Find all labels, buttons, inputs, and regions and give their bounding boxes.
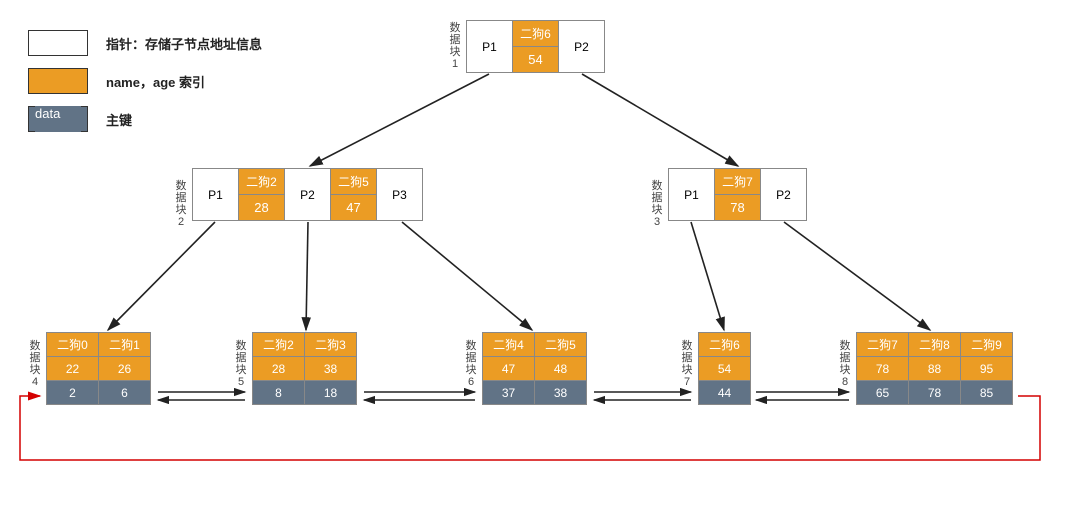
leaf4-n0-age: 22 bbox=[47, 357, 99, 381]
leaf4-n1-pk: 6 bbox=[99, 381, 151, 405]
root-key-name: 二狗6 bbox=[513, 21, 559, 47]
legend: 指针：存储子节点地址信息 name，age 索引 data 主键 bbox=[28, 30, 262, 144]
n3-p1: P1 bbox=[669, 169, 715, 221]
leaf-7: 二狗6 54 44 bbox=[698, 332, 751, 405]
block-label-4: 数据块4 bbox=[28, 340, 42, 388]
leaf4-n1-age: 26 bbox=[99, 357, 151, 381]
leaf7-n0-pk: 44 bbox=[699, 381, 751, 405]
leaf5-n0-name: 二狗2 bbox=[253, 333, 305, 357]
n2-key2-name: 二狗5 bbox=[331, 169, 377, 195]
legend-text-pointer: 指针：存储子节点地址信息 bbox=[106, 34, 262, 53]
block-label-3: 数据块3 bbox=[650, 180, 664, 228]
leaf8-n2-pk: 85 bbox=[961, 381, 1013, 405]
legend-row-data: data 主键 bbox=[28, 106, 262, 132]
node-mid-left: P1 二狗2 P2 二狗5 P3 28 47 bbox=[192, 168, 423, 221]
n2-key1-name: 二狗2 bbox=[239, 169, 285, 195]
n2-key1-age: 28 bbox=[239, 195, 285, 221]
leaf-8: 二狗7二狗8二狗9 788895 657885 bbox=[856, 332, 1013, 405]
legend-data-text: data bbox=[35, 106, 81, 132]
leaf8-n1-name: 二狗8 bbox=[909, 333, 961, 357]
block-label-1: 数据块1 bbox=[448, 22, 462, 70]
leaf-4: 二狗0二狗1 2226 26 bbox=[46, 332, 151, 405]
leaf5-n0-age: 28 bbox=[253, 357, 305, 381]
root-key-age: 54 bbox=[513, 47, 559, 73]
block-label-6: 数据块6 bbox=[464, 340, 478, 388]
legend-row-pointer: 指针：存储子节点地址信息 bbox=[28, 30, 262, 56]
leaf8-n0-age: 78 bbox=[857, 357, 909, 381]
legend-row-index: name，age 索引 bbox=[28, 68, 262, 94]
leaf8-n2-name: 二狗9 bbox=[961, 333, 1013, 357]
block-label-2: 数据块2 bbox=[174, 180, 188, 228]
leaf8-n0-pk: 65 bbox=[857, 381, 909, 405]
leaf8-n1-age: 88 bbox=[909, 357, 961, 381]
n2-key2-age: 47 bbox=[331, 195, 377, 221]
leaf4-n0-name: 二狗0 bbox=[47, 333, 99, 357]
leaf-5: 二狗2二狗3 2838 818 bbox=[252, 332, 357, 405]
legend-swatch-white bbox=[28, 30, 88, 56]
leaf7-n0-age: 54 bbox=[699, 357, 751, 381]
legend-text-index: name，age 索引 bbox=[106, 72, 205, 91]
n2-p1: P1 bbox=[193, 169, 239, 221]
n2-p2: P2 bbox=[285, 169, 331, 221]
legend-swatch-orange bbox=[28, 68, 88, 94]
leaf6-n1-age: 48 bbox=[535, 357, 587, 381]
leaf7-n0-name: 二狗6 bbox=[699, 333, 751, 357]
leaf6-n1-name: 二狗5 bbox=[535, 333, 587, 357]
root-p1: P1 bbox=[467, 21, 513, 73]
leaf5-n1-name: 二狗3 bbox=[305, 333, 357, 357]
leaf6-n1-pk: 38 bbox=[535, 381, 587, 405]
leaf6-n0-age: 47 bbox=[483, 357, 535, 381]
n3-key-age: 78 bbox=[715, 195, 761, 221]
leaf6-n0-name: 二狗4 bbox=[483, 333, 535, 357]
leaf5-n1-pk: 18 bbox=[305, 381, 357, 405]
n2-p3: P3 bbox=[377, 169, 423, 221]
n3-key-name: 二狗7 bbox=[715, 169, 761, 195]
leaf4-n1-name: 二狗1 bbox=[99, 333, 151, 357]
legend-swatch-gray: data bbox=[28, 106, 88, 132]
leaf5-n0-pk: 8 bbox=[253, 381, 305, 405]
n3-p2: P2 bbox=[761, 169, 807, 221]
node-root: P1 二狗6 P2 54 bbox=[466, 20, 605, 73]
node-mid-right: P1 二狗7 P2 78 bbox=[668, 168, 807, 221]
block-label-8: 数据块8 bbox=[838, 340, 852, 388]
diagram-canvas: { "legend": { "pointer": "指针：存储子节点地址信息",… bbox=[0, 0, 1080, 505]
leaf5-n1-age: 38 bbox=[305, 357, 357, 381]
leaf6-n0-pk: 37 bbox=[483, 381, 535, 405]
block-label-7: 数据块7 bbox=[680, 340, 694, 388]
leaf8-n0-name: 二狗7 bbox=[857, 333, 909, 357]
leaf4-n0-pk: 2 bbox=[47, 381, 99, 405]
leaf8-n1-pk: 78 bbox=[909, 381, 961, 405]
leaf8-n2-age: 95 bbox=[961, 357, 1013, 381]
block-label-5: 数据块5 bbox=[234, 340, 248, 388]
root-p2: P2 bbox=[559, 21, 605, 73]
leaf-6: 二狗4二狗5 4748 3738 bbox=[482, 332, 587, 405]
legend-text-primary: 主键 bbox=[106, 110, 132, 129]
